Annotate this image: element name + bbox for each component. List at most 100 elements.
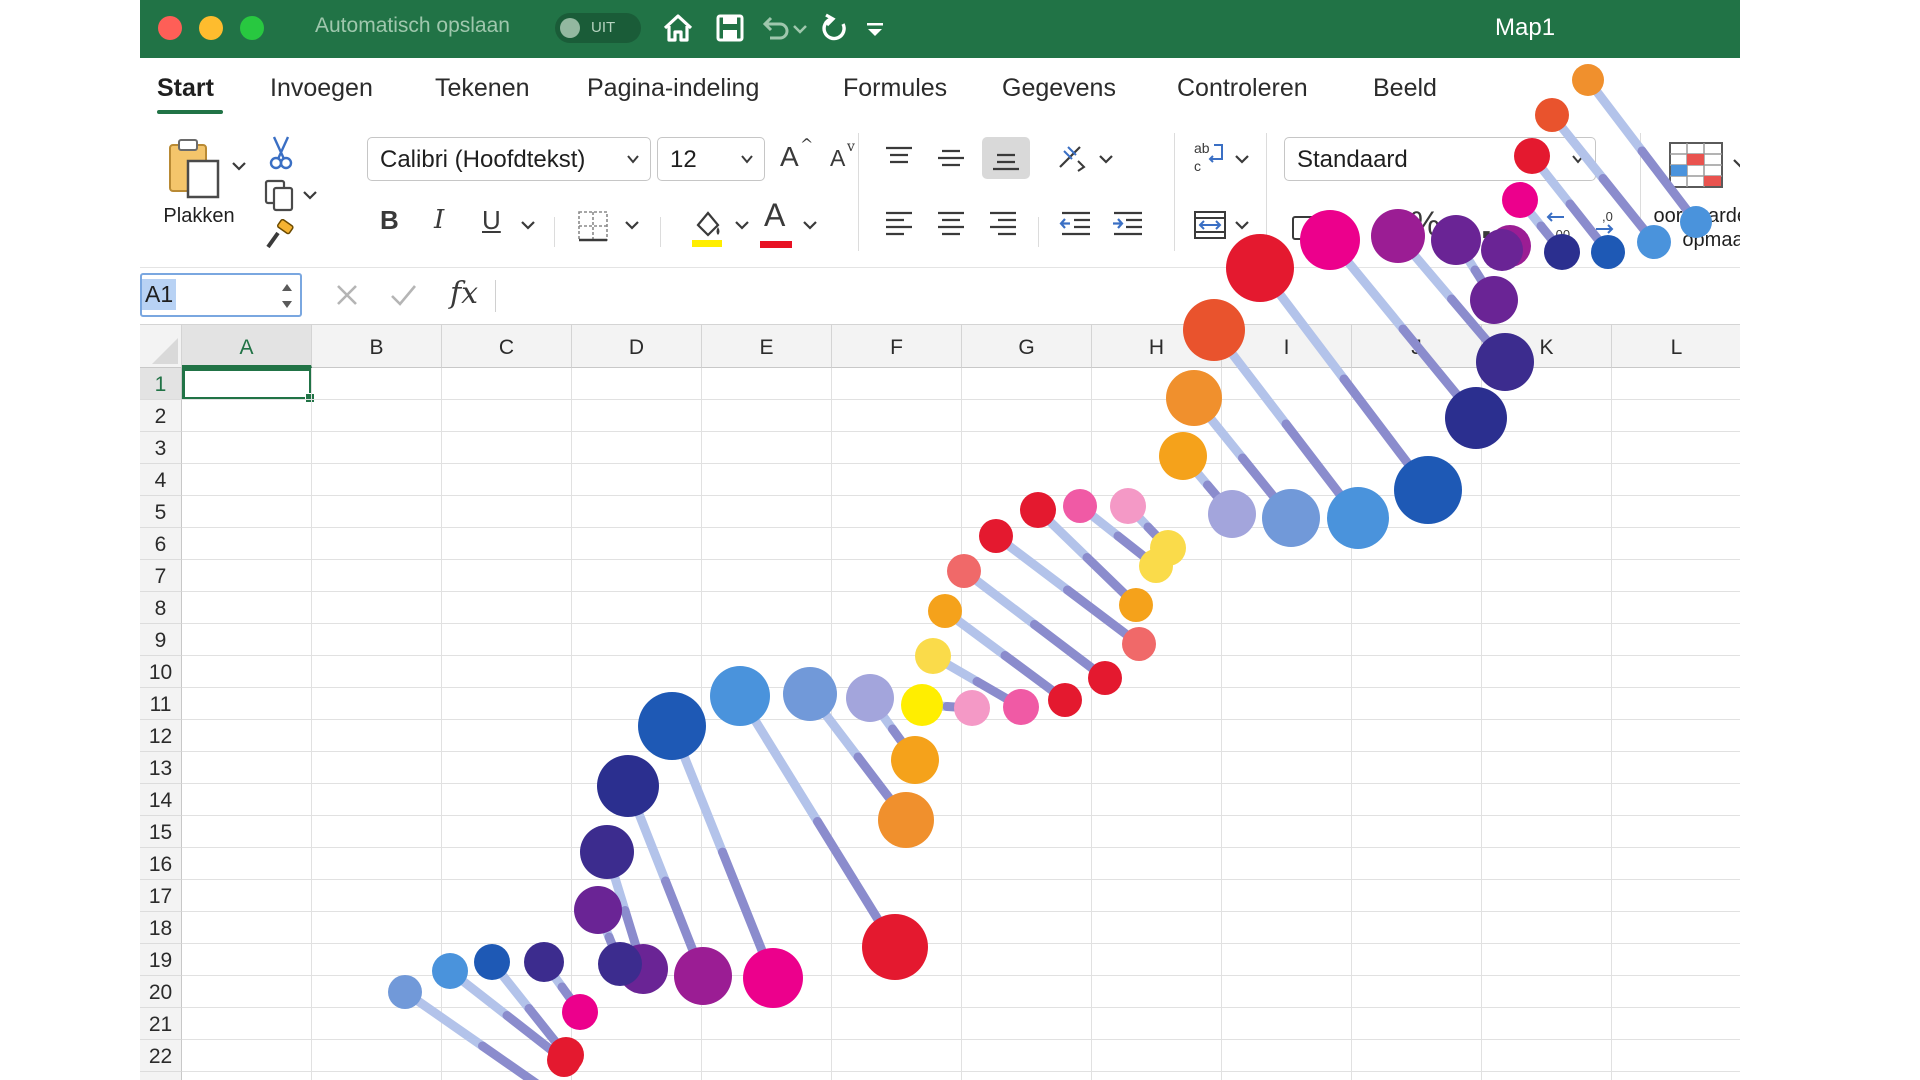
align-center-icon[interactable] bbox=[934, 207, 968, 241]
borders-dropdown-chevron-icon[interactable] bbox=[624, 217, 640, 233]
row-header-19[interactable]: 19 bbox=[140, 944, 182, 976]
tab-formules[interactable]: Formules bbox=[843, 74, 947, 103]
column-header-l[interactable]: L bbox=[1612, 325, 1742, 368]
save-icon[interactable] bbox=[712, 10, 748, 46]
underline-dropdown-chevron-icon[interactable] bbox=[520, 217, 536, 233]
align-right-icon[interactable] bbox=[986, 207, 1020, 241]
number-format-dropdown[interactable]: Standaard bbox=[1284, 137, 1596, 181]
tab-invoegen[interactable]: Invoegen bbox=[270, 74, 373, 103]
row-header-12[interactable]: 12 bbox=[140, 720, 182, 752]
undo-icon[interactable] bbox=[756, 10, 792, 46]
cancel-formula-icon[interactable] bbox=[332, 280, 362, 310]
row-header-13[interactable]: 13 bbox=[140, 752, 182, 784]
comma-style-button[interactable]: , bbox=[1480, 195, 1493, 249]
tab-beeld[interactable]: Beeld bbox=[1373, 74, 1437, 103]
redo-icon[interactable] bbox=[816, 10, 852, 46]
fill-color-icon[interactable] bbox=[688, 205, 724, 249]
font-color-dropdown-chevron-icon[interactable] bbox=[802, 217, 818, 233]
row-header-15[interactable]: 15 bbox=[140, 816, 182, 848]
column-header-d[interactable]: D bbox=[572, 325, 702, 368]
wrap-text-icon[interactable]: ab c bbox=[1192, 139, 1228, 177]
align-left-icon[interactable] bbox=[882, 207, 916, 241]
row-header-22[interactable]: 22 bbox=[140, 1040, 182, 1072]
row-header-2[interactable]: 2 bbox=[140, 400, 182, 432]
row-header-4[interactable]: 4 bbox=[140, 464, 182, 496]
tab-controleren[interactable]: Controleren bbox=[1177, 74, 1308, 103]
row-header-21[interactable]: 21 bbox=[140, 1008, 182, 1040]
copy-dropdown-chevron-icon[interactable] bbox=[302, 187, 318, 203]
row-header-6[interactable]: 6 bbox=[140, 528, 182, 560]
paste-dropdown-chevron-icon[interactable] bbox=[230, 157, 248, 175]
row-header-17[interactable]: 17 bbox=[140, 880, 182, 912]
tab-tekenen[interactable]: Tekenen bbox=[435, 74, 530, 103]
insert-function-button[interactable]: fx bbox=[450, 276, 478, 311]
row-header-10[interactable]: 10 bbox=[140, 656, 182, 688]
shrink-font-button[interactable]: A bbox=[830, 145, 845, 172]
percent-style-button[interactable]: % bbox=[1410, 205, 1440, 244]
align-bottom-button-active[interactable] bbox=[982, 137, 1030, 179]
column-header-f[interactable]: F bbox=[832, 325, 962, 368]
zoom-window-button[interactable] bbox=[240, 16, 264, 40]
tab-start[interactable]: Start bbox=[157, 74, 214, 103]
row-header-8[interactable]: 8 bbox=[140, 592, 182, 624]
bold-button[interactable]: B bbox=[380, 205, 399, 236]
active-cell-a1[interactable] bbox=[182, 368, 315, 403]
paste-icon[interactable] bbox=[164, 137, 226, 201]
row-header-11[interactable]: 11 bbox=[140, 688, 182, 720]
increase-indent-icon[interactable] bbox=[1110, 207, 1146, 241]
customize-toolbar-icon[interactable] bbox=[862, 10, 888, 46]
merge-dropdown-chevron-icon[interactable] bbox=[1234, 217, 1250, 233]
copy-icon[interactable] bbox=[262, 177, 298, 213]
italic-button[interactable]: I bbox=[434, 205, 444, 235]
column-header-i[interactable]: I bbox=[1222, 325, 1352, 368]
row-header-18[interactable]: 18 bbox=[140, 912, 182, 944]
column-header-c[interactable]: C bbox=[442, 325, 572, 368]
orientation-dropdown-chevron-icon[interactable] bbox=[1098, 151, 1114, 167]
row-header-20[interactable]: 20 bbox=[140, 976, 182, 1008]
cut-icon[interactable] bbox=[266, 135, 296, 171]
name-box[interactable]: A1 bbox=[140, 273, 302, 317]
row-header-23[interactable]: 23 bbox=[140, 1072, 182, 1080]
column-header-a[interactable]: A bbox=[182, 325, 312, 368]
tab-gegevens[interactable]: Gegevens bbox=[1002, 74, 1116, 103]
align-middle-icon[interactable] bbox=[934, 143, 968, 173]
name-box-stepper-icon[interactable] bbox=[280, 279, 294, 313]
home-icon[interactable] bbox=[660, 10, 696, 46]
wrap-dropdown-chevron-icon[interactable] bbox=[1234, 151, 1250, 167]
autosave-toggle[interactable]: UIT bbox=[555, 13, 641, 43]
borders-icon[interactable] bbox=[576, 209, 610, 243]
align-top-icon[interactable] bbox=[882, 143, 916, 173]
enter-formula-icon[interactable] bbox=[388, 280, 418, 310]
underline-button[interactable]: U bbox=[482, 205, 501, 236]
row-header-1[interactable]: 1 bbox=[140, 368, 182, 400]
decrease-decimal-icon[interactable]: ,0 bbox=[1590, 209, 1620, 243]
font-size-dropdown[interactable]: 12 bbox=[657, 137, 765, 181]
tab-pagina-indeling[interactable]: Pagina-indeling bbox=[587, 74, 759, 103]
increase-decimal-icon[interactable]: ,00 bbox=[1542, 209, 1572, 243]
row-header-9[interactable]: 9 bbox=[140, 624, 182, 656]
merge-cells-icon[interactable] bbox=[1192, 207, 1228, 243]
select-all-button[interactable] bbox=[140, 325, 182, 368]
column-header-j[interactable]: J bbox=[1352, 325, 1482, 368]
format-painter-icon[interactable] bbox=[264, 219, 298, 253]
accounting-format-icon[interactable] bbox=[1290, 211, 1326, 245]
column-header-b[interactable]: B bbox=[312, 325, 442, 368]
column-header-h[interactable]: H bbox=[1092, 325, 1222, 368]
font-name-dropdown[interactable]: Calibri (Hoofdtekst) bbox=[367, 137, 651, 181]
text-orientation-icon[interactable] bbox=[1054, 141, 1090, 175]
row-header-16[interactable]: 16 bbox=[140, 848, 182, 880]
fill-color-dropdown-chevron-icon[interactable] bbox=[734, 217, 750, 233]
row-header-7[interactable]: 7 bbox=[140, 560, 182, 592]
close-window-button[interactable] bbox=[158, 16, 182, 40]
minimize-window-button[interactable] bbox=[199, 16, 223, 40]
cell-area[interactable] bbox=[182, 368, 1880, 1080]
font-color-button[interactable]: A bbox=[764, 197, 785, 234]
column-header-g[interactable]: G bbox=[962, 325, 1092, 368]
decrease-indent-icon[interactable] bbox=[1058, 207, 1094, 241]
row-header-14[interactable]: 14 bbox=[140, 784, 182, 816]
column-header-k[interactable]: K bbox=[1482, 325, 1612, 368]
grow-font-button[interactable]: A bbox=[780, 141, 799, 173]
column-header-e[interactable]: E bbox=[702, 325, 832, 368]
undo-dropdown-chevron-icon[interactable] bbox=[790, 10, 810, 46]
fill-handle[interactable] bbox=[305, 393, 315, 403]
